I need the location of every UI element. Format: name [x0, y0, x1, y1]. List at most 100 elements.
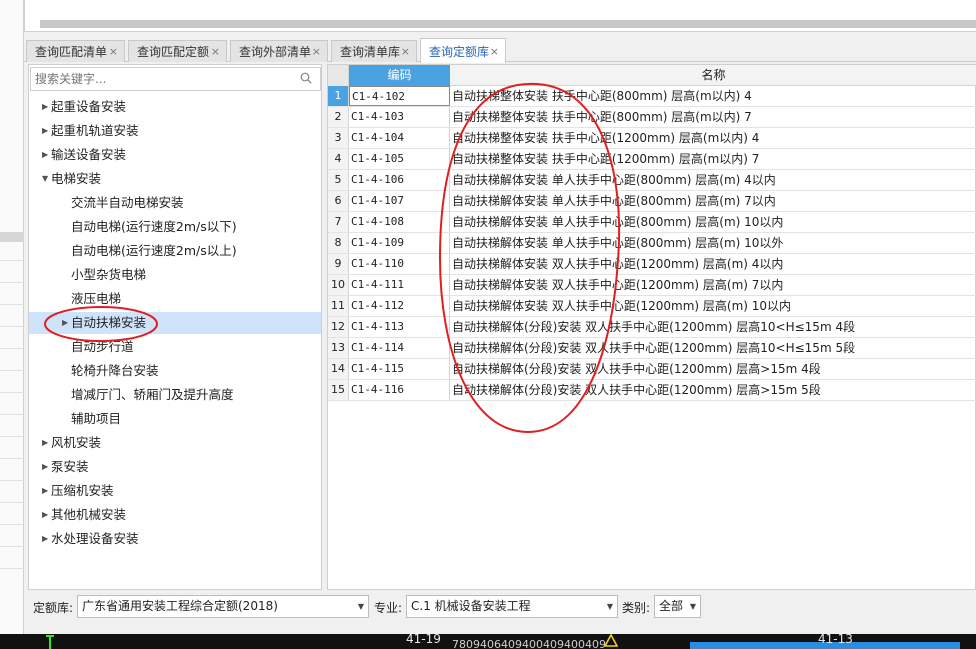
expand-right-icon[interactable]: ▶: [42, 504, 48, 526]
cell-name[interactable]: 自动扶梯整体安装 扶手中心距(800mm) 层高(m以内) 4: [452, 86, 972, 106]
row-number[interactable]: 4: [328, 149, 349, 169]
grid-corner[interactable]: [328, 65, 349, 86]
row-number[interactable]: 8: [328, 233, 349, 253]
cell-code[interactable]: C1-4-106: [349, 170, 450, 190]
table-row[interactable]: 3 C1-4-104 自动扶梯整体安装 扶手中心距(1200mm) 层高(m以内) …: [328, 128, 976, 149]
table-row[interactable]: 8 C1-4-109 自动扶梯解体安装 单人扶手中心距(800mm) 层高(m) 1…: [328, 233, 976, 254]
tree-item[interactable]: ▶ 风机安装: [29, 432, 321, 454]
tree-item[interactable]: 小型杂货电梯: [29, 264, 321, 286]
cell-code[interactable]: C1-4-108: [349, 212, 450, 232]
tree-item[interactable]: ▶ 泵安装: [29, 456, 321, 478]
cell-code[interactable]: C1-4-104: [349, 128, 450, 148]
tab-query-match-list[interactable]: 查询匹配清单 ×: [26, 40, 125, 62]
row-number[interactable]: 5: [328, 170, 349, 190]
row-number[interactable]: 2: [328, 107, 349, 127]
column-header-code[interactable]: 编码: [349, 65, 450, 86]
table-row[interactable]: 4 C1-4-105 自动扶梯整体安装 扶手中心距(1200mm) 层高(m以内) …: [328, 149, 976, 170]
table-row[interactable]: 5 C1-4-106 自动扶梯解体安装 单人扶手中心距(800mm) 层高(m) 4…: [328, 170, 976, 191]
expand-down-icon[interactable]: ▼: [42, 168, 48, 190]
tab-query-match-quota[interactable]: 查询匹配定额 ×: [128, 40, 227, 62]
tree-item[interactable]: ▶ 水处理设备安装: [29, 528, 321, 550]
tree-item[interactable]: ▶ 输送设备安装: [29, 144, 321, 166]
close-icon[interactable]: ×: [490, 45, 499, 58]
tree-item[interactable]: ▶ 起重机轨道安装: [29, 120, 321, 142]
cell-code[interactable]: C1-4-114: [349, 338, 450, 358]
table-row[interactable]: 13 C1-4-114 自动扶梯解体(分段)安装 双人扶手中心距(1200mm) 层…: [328, 338, 976, 359]
tree-item[interactable]: ▼ 电梯安装: [29, 168, 321, 190]
table-row[interactable]: 2 C1-4-103 自动扶梯整体安装 扶手中心距(800mm) 层高(m以内) 7: [328, 107, 976, 128]
cell-name[interactable]: 自动扶梯解体(分段)安装 双人扶手中心距(1200mm) 层高10<H≤15m …: [452, 317, 972, 337]
cell-code[interactable]: C1-4-111: [349, 275, 450, 295]
table-row[interactable]: 10 C1-4-111 自动扶梯解体安装 双人扶手中心距(1200mm) 层高(m)…: [328, 275, 976, 296]
row-number[interactable]: 14: [328, 359, 349, 379]
row-number[interactable]: 13: [328, 338, 349, 358]
tab-query-external-list[interactable]: 查询外部清单 ×: [230, 40, 328, 62]
row-number[interactable]: 6: [328, 191, 349, 211]
tree-item[interactable]: ▶ 自动扶梯安装: [29, 312, 321, 334]
cell-name[interactable]: 自动扶梯解体安装 双人扶手中心距(1200mm) 层高(m) 4以内: [452, 254, 972, 274]
quota-library-select[interactable]: 广东省通用安装工程综合定额(2018) ▼: [77, 595, 369, 618]
row-number[interactable]: 3: [328, 128, 349, 148]
table-row[interactable]: 11 C1-4-112 自动扶梯解体安装 双人扶手中心距(1200mm) 层高(m)…: [328, 296, 976, 317]
cell-code[interactable]: C1-4-116: [349, 380, 450, 400]
category-select[interactable]: 全部 ▼: [654, 595, 701, 618]
cell-name[interactable]: 自动扶梯整体安装 扶手中心距(1200mm) 层高(m以内) 4: [452, 128, 972, 148]
tree-item[interactable]: 液压电梯: [29, 288, 321, 310]
row-number[interactable]: 15: [328, 380, 349, 400]
tree-item[interactable]: 辅助项目: [29, 408, 321, 430]
tree-item[interactable]: 交流半自动电梯安装: [29, 192, 321, 214]
cell-code[interactable]: C1-4-110: [349, 254, 450, 274]
expand-right-icon[interactable]: ▶: [42, 480, 48, 502]
expand-right-icon[interactable]: ▶: [42, 432, 48, 454]
table-row[interactable]: 15 C1-4-116 自动扶梯解体(分段)安装 双人扶手中心距(1200mm) 层…: [328, 380, 976, 401]
table-row[interactable]: 6 C1-4-107 自动扶梯解体安装 单人扶手中心距(800mm) 层高(m) 7…: [328, 191, 976, 212]
cell-code[interactable]: C1-4-105: [349, 149, 450, 169]
tree-item[interactable]: 自动电梯(运行速度2m/s以下): [29, 216, 321, 238]
row-number[interactable]: 7: [328, 212, 349, 232]
tree-item[interactable]: 自动步行道: [29, 336, 321, 358]
expand-right-icon[interactable]: ▶: [42, 456, 48, 478]
row-number[interactable]: 12: [328, 317, 349, 337]
tree-item[interactable]: 轮椅升降台安装: [29, 360, 321, 382]
tree-item[interactable]: 自动电梯(运行速度2m/s以上): [29, 240, 321, 262]
expand-right-icon[interactable]: ▶: [42, 96, 48, 118]
cell-code[interactable]: C1-4-112: [349, 296, 450, 316]
table-row[interactable]: 1 C1-4-102 自动扶梯整体安装 扶手中心距(800mm) 层高(m以内) 4: [328, 86, 976, 107]
tab-query-quota-library[interactable]: 查询定额库 ×: [420, 38, 506, 63]
cell-name[interactable]: 自动扶梯解体安装 双人扶手中心距(1200mm) 层高(m) 7以内: [452, 275, 972, 295]
search-icon[interactable]: [300, 72, 312, 84]
close-icon[interactable]: ×: [211, 45, 220, 58]
cell-name[interactable]: 自动扶梯整体安装 扶手中心距(800mm) 层高(m以内) 7: [452, 107, 972, 127]
table-row[interactable]: 14 C1-4-115 自动扶梯解体(分段)安装 双人扶手中心距(1200mm) 层…: [328, 359, 976, 380]
horizontal-scrollbar[interactable]: [40, 20, 976, 28]
tree-item[interactable]: ▶ 压缩机安装: [29, 480, 321, 502]
cell-code[interactable]: C1-4-109: [349, 233, 450, 253]
cell-name[interactable]: 自动扶梯整体安装 扶手中心距(1200mm) 层高(m以内) 7: [452, 149, 972, 169]
cell-name[interactable]: 自动扶梯解体(分段)安装 双人扶手中心距(1200mm) 层高>15m 5段: [452, 380, 972, 400]
close-icon[interactable]: ×: [109, 45, 118, 58]
close-icon[interactable]: ×: [401, 45, 410, 58]
tree-item[interactable]: ▶ 其他机械安装: [29, 504, 321, 526]
tree-item[interactable]: 增减厅门、轿厢门及提升高度: [29, 384, 321, 406]
search-input[interactable]: [31, 68, 291, 90]
cell-name[interactable]: 自动扶梯解体安装 单人扶手中心距(800mm) 层高(m) 10以内: [452, 212, 972, 232]
cell-code[interactable]: C1-4-115: [349, 359, 450, 379]
row-number[interactable]: 9: [328, 254, 349, 274]
table-row[interactable]: 12 C1-4-113 自动扶梯解体(分段)安装 双人扶手中心距(1200mm) 层…: [328, 317, 976, 338]
row-number[interactable]: 10: [328, 275, 349, 295]
cell-code[interactable]: C1-4-107: [349, 191, 450, 211]
tree-item[interactable]: ▶ 起重设备安装: [29, 96, 321, 118]
cell-name[interactable]: 自动扶梯解体(分段)安装 双人扶手中心距(1200mm) 层高>15m 4段: [452, 359, 972, 379]
table-row[interactable]: 9 C1-4-110 自动扶梯解体安装 双人扶手中心距(1200mm) 层高(m) …: [328, 254, 976, 275]
column-header-name[interactable]: 名称: [450, 65, 976, 86]
row-number[interactable]: 1: [328, 86, 349, 106]
tab-query-list-library[interactable]: 查询清单库 ×: [331, 40, 417, 62]
expand-right-icon[interactable]: ▶: [62, 312, 68, 334]
expand-right-icon[interactable]: ▶: [42, 528, 48, 550]
cell-name[interactable]: 自动扶梯解体安装 单人扶手中心距(800mm) 层高(m) 4以内: [452, 170, 972, 190]
row-number[interactable]: 11: [328, 296, 349, 316]
close-icon[interactable]: ×: [312, 45, 321, 58]
cell-name[interactable]: 自动扶梯解体安装 单人扶手中心距(800mm) 层高(m) 10以外: [452, 233, 972, 253]
expand-right-icon[interactable]: ▶: [42, 120, 48, 142]
table-row[interactable]: 7 C1-4-108 自动扶梯解体安装 单人扶手中心距(800mm) 层高(m) 1…: [328, 212, 976, 233]
